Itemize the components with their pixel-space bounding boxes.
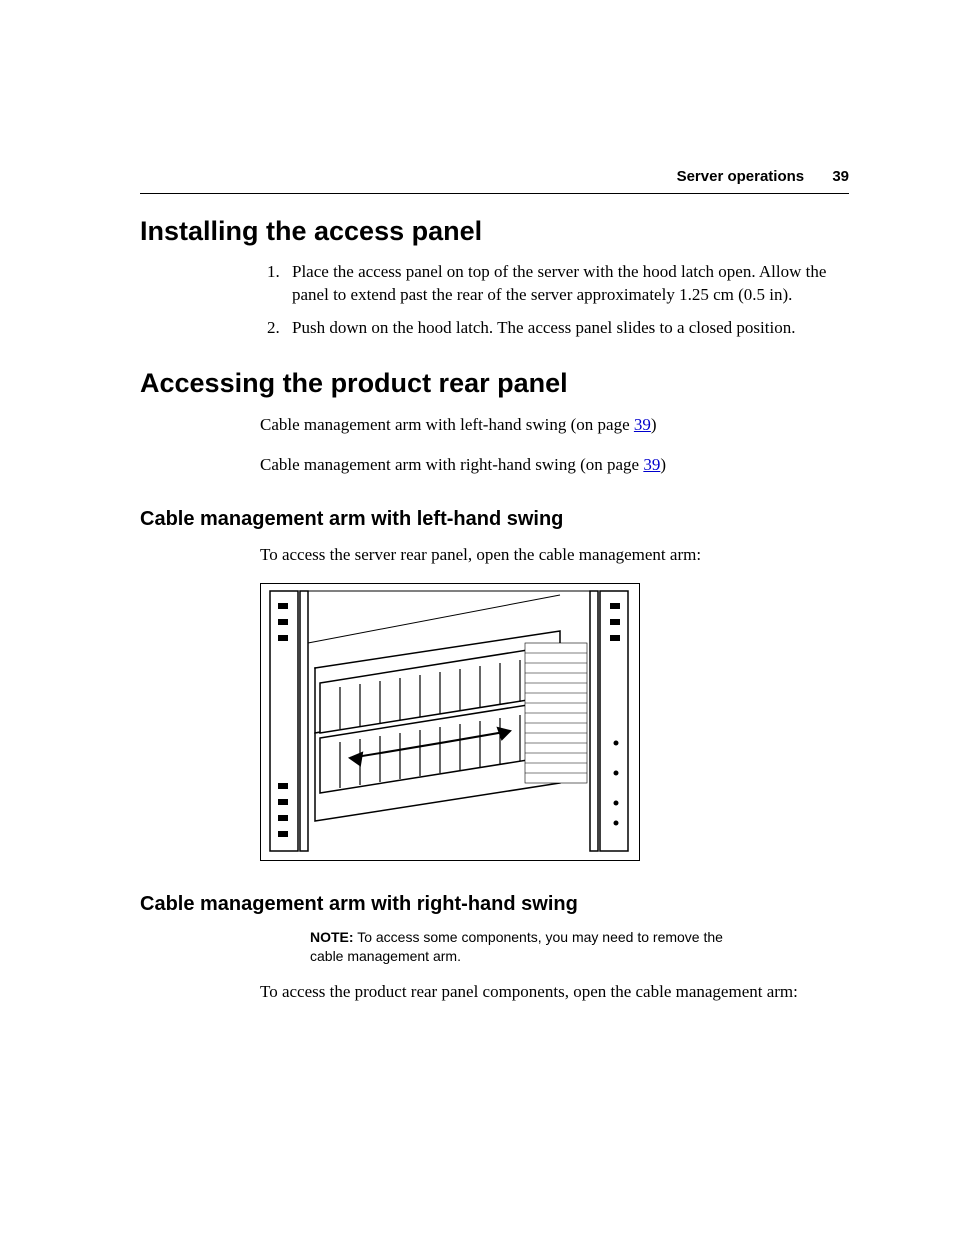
page-link-39-right[interactable]: 39 xyxy=(643,455,660,474)
link-left-suffix: ) xyxy=(651,415,657,434)
heading-cma-right-swing: Cable management arm with right-hand swi… xyxy=(140,893,849,916)
note-block: NOTE: To access some components, you may… xyxy=(310,928,730,966)
content: Installing the access panel Place the ac… xyxy=(140,216,849,1004)
install-step-2: Push down on the hood latch. The access … xyxy=(284,317,849,340)
running-header: Server operations 39 xyxy=(140,168,849,194)
toc-links: Cable management arm with left-hand swin… xyxy=(260,413,849,477)
right-swing-text: To access the product rear panel compone… xyxy=(260,980,849,1004)
link-line-left: Cable management arm with left-hand swin… xyxy=(260,413,849,437)
server-rack-illustration xyxy=(260,583,640,861)
figure-cable-management-arm xyxy=(260,583,640,861)
heading-installing-access-panel: Installing the access panel xyxy=(140,216,849,247)
link-right-prefix: Cable management arm with right-hand swi… xyxy=(260,455,643,474)
left-swing-body: To access the server rear panel, open th… xyxy=(260,543,849,567)
page: Server operations 39 Installing the acce… xyxy=(0,0,954,1235)
link-line-right: Cable management arm with right-hand swi… xyxy=(260,453,849,477)
heading-accessing-rear-panel: Accessing the product rear panel xyxy=(140,368,849,399)
heading-cma-left-swing: Cable management arm with left-hand swin… xyxy=(140,508,849,531)
page-number: 39 xyxy=(808,168,849,185)
section-title: Server operations xyxy=(677,168,805,185)
install-steps-list: Place the access panel on top of the ser… xyxy=(260,261,849,340)
page-link-39-left[interactable]: 39 xyxy=(634,415,651,434)
right-swing-body: To access the product rear panel compone… xyxy=(260,980,849,1004)
link-left-prefix: Cable management arm with left-hand swin… xyxy=(260,415,634,434)
note-label: NOTE: xyxy=(310,929,354,945)
install-step-1: Place the access panel on top of the ser… xyxy=(284,261,849,307)
link-right-suffix: ) xyxy=(660,455,666,474)
note-text: To access some components, you may need … xyxy=(310,929,723,964)
left-swing-text: To access the server rear panel, open th… xyxy=(260,543,849,567)
